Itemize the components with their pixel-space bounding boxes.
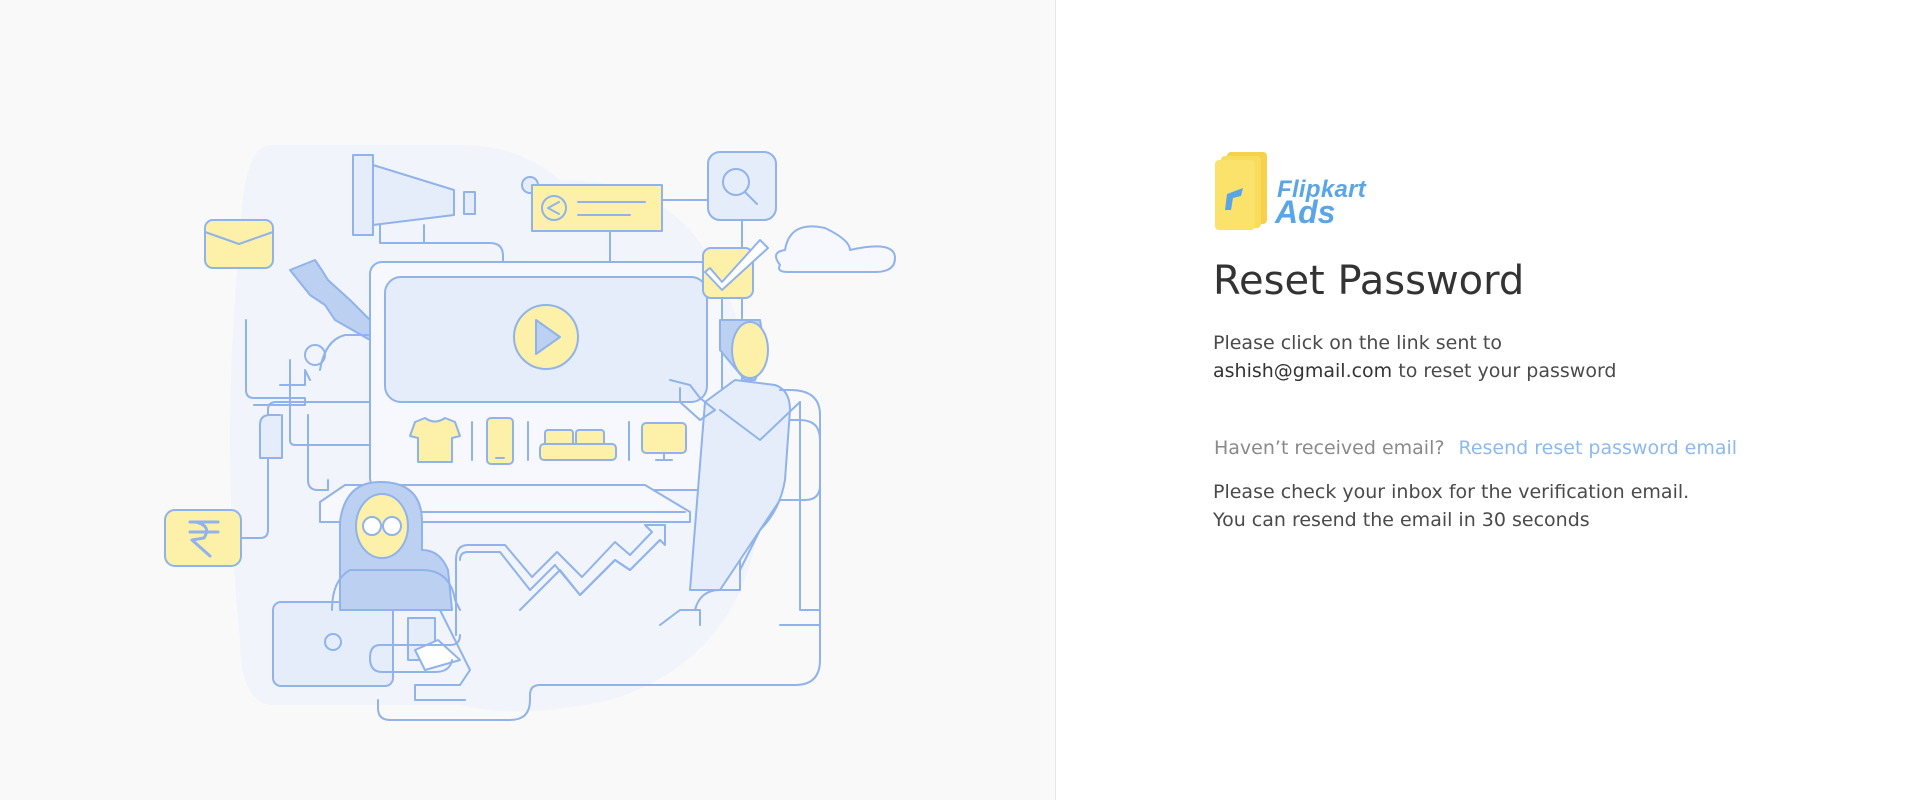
phone-icon (486, 417, 514, 465)
resend-email-link[interactable]: Resend reset password email (1459, 437, 1738, 459)
flipkart-ads-logo-icon (1215, 152, 1267, 230)
notice-line-2-suffix: seconds (1505, 509, 1590, 531)
notice-line-2: You can resend the email in 30 seconds (1213, 506, 1689, 534)
sofa-icon (539, 429, 617, 461)
envelope-icon (204, 219, 274, 269)
countdown-seconds: 30 (1481, 509, 1506, 531)
play-icon (513, 304, 579, 370)
brand-product: Ads (1275, 194, 1336, 230)
description-line-2: ashish@gmail.com to reset your password (1213, 357, 1616, 385)
cloud-icon (775, 225, 896, 273)
reset-password-panel: Flipkart Ads Reset Password Please click… (1057, 0, 1920, 800)
notice-line-2-prefix: You can resend the email in (1213, 509, 1482, 531)
notice-line-1: Please check your inbox for the verifica… (1213, 481, 1690, 503)
description-line-2-rest: to reset your password (1392, 360, 1617, 382)
resend-row: Haven’t received email? Resend reset pas… (1214, 437, 1737, 459)
description-line-1: Please click on the link sent to (1213, 332, 1502, 354)
user-email: ashish@gmail.com (1213, 360, 1393, 382)
tshirt-icon (409, 417, 461, 463)
reset-description: Please click on the link sent to ashish@… (1213, 329, 1616, 385)
laptop-icon (272, 601, 394, 687)
marketing-illustration (164, 145, 896, 721)
illustration-panel (0, 0, 1056, 800)
brand-logo: Flipkart Ads (1213, 150, 1393, 230)
check-icon (702, 239, 769, 299)
page-title: Reset Password (1213, 258, 1525, 304)
resend-question: Haven’t received email? (1214, 437, 1445, 459)
resend-notice: Please check your inbox for the verifica… (1213, 478, 1689, 534)
